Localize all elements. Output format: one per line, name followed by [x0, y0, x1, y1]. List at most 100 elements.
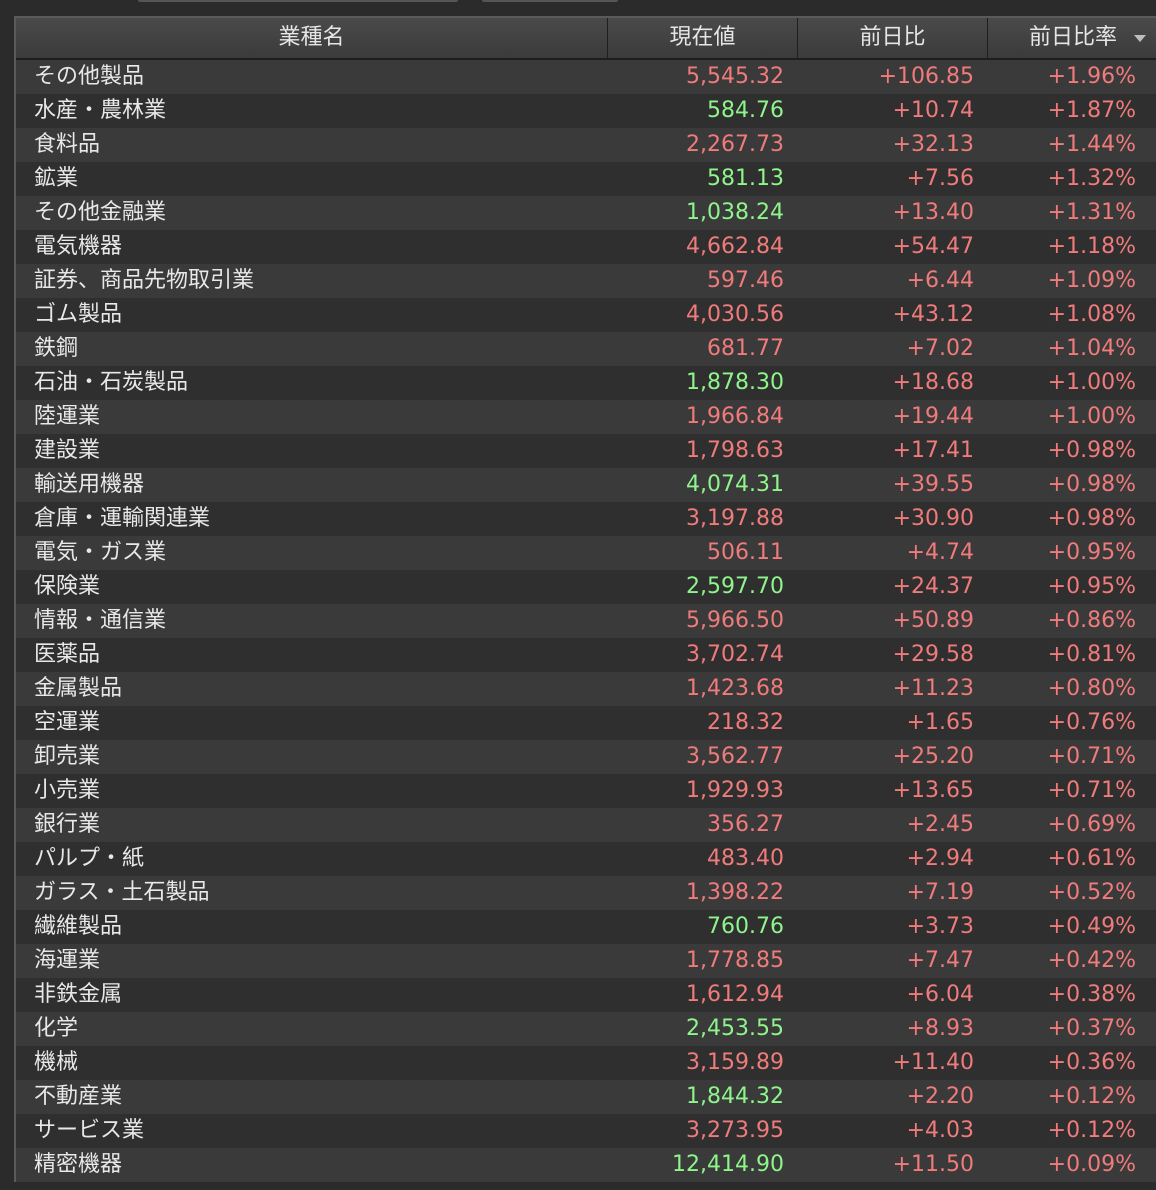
table-row[interactable]: その他製品 5,545.32 +106.85 +1.96% [16, 60, 1156, 94]
sector-name-cell: 金属製品 [34, 676, 123, 701]
change-cell: +4.03 [906, 1118, 974, 1143]
change-rate-cell: +1.08% [1047, 302, 1136, 327]
change-rate-cell: +1.09% [1047, 268, 1136, 293]
change-cell: +24.37 [892, 574, 974, 599]
table-row[interactable]: ゴム製品 4,030.56 +43.12 +1.08% [16, 298, 1156, 332]
sector-name-cell: その他金融業 [34, 200, 167, 225]
current-price-cell: 1,878.30 [686, 370, 784, 395]
change-cell: +19.44 [892, 404, 974, 429]
sector-name-cell: 輸送用機器 [34, 472, 145, 497]
sector-name-cell: 石油・石炭製品 [34, 370, 189, 395]
table-row[interactable]: 化学 2,453.55 +8.93 +0.37% [16, 1012, 1156, 1046]
table-row[interactable]: 証券、商品先物取引業 597.46 +6.44 +1.09% [16, 264, 1156, 298]
change-cell: +6.04 [906, 982, 974, 1007]
change-rate-cell: +0.95% [1047, 540, 1136, 565]
table-row[interactable]: 非鉄金属 1,612.94 +6.04 +0.38% [16, 978, 1156, 1012]
table-row[interactable]: パルプ・紙 483.40 +2.94 +0.61% [16, 842, 1156, 876]
change-cell: +11.50 [892, 1152, 974, 1177]
table-row[interactable]: 鉱業 581.13 +7.56 +1.32% [16, 162, 1156, 196]
table-row[interactable]: その他金融業 1,038.24 +13.40 +1.31% [16, 196, 1156, 230]
table-row[interactable]: 精密機器 12,414.90 +11.50 +0.09% [16, 1148, 1156, 1182]
change-cell: +106.85 [878, 64, 974, 89]
column-header-sector-name-label: 業種名 [278, 25, 345, 50]
toolbar-control-edge-right[interactable] [482, 0, 618, 2]
table-row[interactable]: 水産・農林業 584.76 +10.74 +1.87% [16, 94, 1156, 128]
column-header-current-price[interactable]: 現在値 [608, 18, 798, 58]
sector-name-cell: 保険業 [34, 574, 101, 599]
current-price-cell: 218.32 [707, 710, 784, 735]
column-header-change[interactable]: 前日比 [798, 18, 988, 58]
current-price-cell: 4,662.84 [686, 234, 784, 259]
current-price-cell: 681.77 [707, 336, 784, 361]
table-row[interactable]: 倉庫・運輸関連業 3,197.88 +30.90 +0.98% [16, 502, 1156, 536]
table-row[interactable]: 保険業 2,597.70 +24.37 +0.95% [16, 570, 1156, 604]
current-price-cell: 1,798.63 [686, 438, 784, 463]
change-cell: +8.93 [906, 1016, 974, 1041]
table-row[interactable]: 電気・ガス業 506.11 +4.74 +0.95% [16, 536, 1156, 570]
table-row[interactable]: 建設業 1,798.63 +17.41 +0.98% [16, 434, 1156, 468]
sector-name-cell: 卸売業 [34, 744, 101, 769]
table-row[interactable]: 銀行業 356.27 +2.45 +0.69% [16, 808, 1156, 842]
current-price-cell: 3,562.77 [686, 744, 784, 769]
change-cell: +13.40 [892, 200, 974, 225]
table-row[interactable]: 鉄鋼 681.77 +7.02 +1.04% [16, 332, 1156, 366]
column-header-change-rate[interactable]: 前日比率 [988, 18, 1156, 58]
change-rate-cell: +1.96% [1047, 64, 1136, 89]
change-rate-cell: +0.37% [1047, 1016, 1136, 1041]
change-cell: +18.68 [892, 370, 974, 395]
sector-name-cell: 繊維製品 [34, 914, 123, 939]
column-header-sector-name[interactable]: 業種名 [16, 18, 608, 58]
change-rate-cell: +1.32% [1047, 166, 1136, 191]
table-row[interactable]: 輸送用機器 4,074.31 +39.55 +0.98% [16, 468, 1156, 502]
change-cell: +3.73 [906, 914, 974, 939]
table-row[interactable]: 金属製品 1,423.68 +11.23 +0.80% [16, 672, 1156, 706]
table-row[interactable]: 情報・通信業 5,966.50 +50.89 +0.86% [16, 604, 1156, 638]
change-cell: +43.12 [892, 302, 974, 327]
change-rate-cell: +0.95% [1047, 574, 1136, 599]
current-price-cell: 1,778.85 [686, 948, 784, 973]
table-row[interactable]: 電気機器 4,662.84 +54.47 +1.18% [16, 230, 1156, 264]
table-row[interactable]: 機械 3,159.89 +11.40 +0.36% [16, 1046, 1156, 1080]
table-row[interactable]: 小売業 1,929.93 +13.65 +0.71% [16, 774, 1156, 808]
change-cell: +30.90 [892, 506, 974, 531]
sector-name-cell: パルプ・紙 [34, 846, 145, 871]
change-cell: +54.47 [892, 234, 974, 259]
change-rate-cell: +1.00% [1047, 370, 1136, 395]
change-rate-cell: +1.04% [1047, 336, 1136, 361]
change-rate-cell: +0.81% [1047, 642, 1136, 667]
current-price-cell: 1,398.22 [686, 880, 784, 905]
table-row[interactable]: 空運業 218.32 +1.65 +0.76% [16, 706, 1156, 740]
column-header-current-price-label: 現在値 [669, 25, 736, 50]
change-rate-cell: +1.18% [1047, 234, 1136, 259]
current-price-cell: 1,929.93 [686, 778, 784, 803]
table-row[interactable]: 卸売業 3,562.77 +25.20 +0.71% [16, 740, 1156, 774]
change-cell: +2.94 [906, 846, 974, 871]
table-row[interactable]: 石油・石炭製品 1,878.30 +18.68 +1.00% [16, 366, 1156, 400]
table-row[interactable]: 陸運業 1,966.84 +19.44 +1.00% [16, 400, 1156, 434]
current-price-cell: 2,597.70 [686, 574, 784, 599]
table-row[interactable]: 不動産業 1,844.32 +2.20 +0.12% [16, 1080, 1156, 1114]
table-row[interactable]: ガラス・土石製品 1,398.22 +7.19 +0.52% [16, 876, 1156, 910]
table-row[interactable]: サービス業 3,273.95 +4.03 +0.12% [16, 1114, 1156, 1148]
change-rate-cell: +0.98% [1047, 506, 1136, 531]
sector-name-cell: 水産・農林業 [34, 98, 167, 123]
sector-name-cell: 電気機器 [34, 234, 123, 259]
change-rate-cell: +0.71% [1047, 778, 1136, 803]
change-rate-cell: +0.86% [1047, 608, 1136, 633]
change-cell: +25.20 [892, 744, 974, 769]
change-rate-cell: +0.80% [1047, 676, 1136, 701]
table-row[interactable]: 海運業 1,778.85 +7.47 +0.42% [16, 944, 1156, 978]
current-price-cell: 1,612.94 [686, 982, 784, 1007]
toolbar-control-edge-left[interactable] [138, 0, 458, 2]
change-rate-cell: +1.00% [1047, 404, 1136, 429]
current-price-cell: 4,030.56 [686, 302, 784, 327]
table-row[interactable]: 食料品 2,267.73 +32.13 +1.44% [16, 128, 1156, 162]
table-row[interactable]: 医薬品 3,702.74 +29.58 +0.81% [16, 638, 1156, 672]
change-rate-cell: +0.09% [1047, 1152, 1136, 1177]
current-price-cell: 5,966.50 [686, 608, 784, 633]
sort-descending-icon[interactable] [1134, 35, 1146, 42]
column-header-change-rate-label: 前日比率 [1028, 25, 1117, 50]
change-rate-cell: +0.76% [1047, 710, 1136, 735]
table-row[interactable]: 繊維製品 760.76 +3.73 +0.49% [16, 910, 1156, 944]
change-cell: +39.55 [892, 472, 974, 497]
